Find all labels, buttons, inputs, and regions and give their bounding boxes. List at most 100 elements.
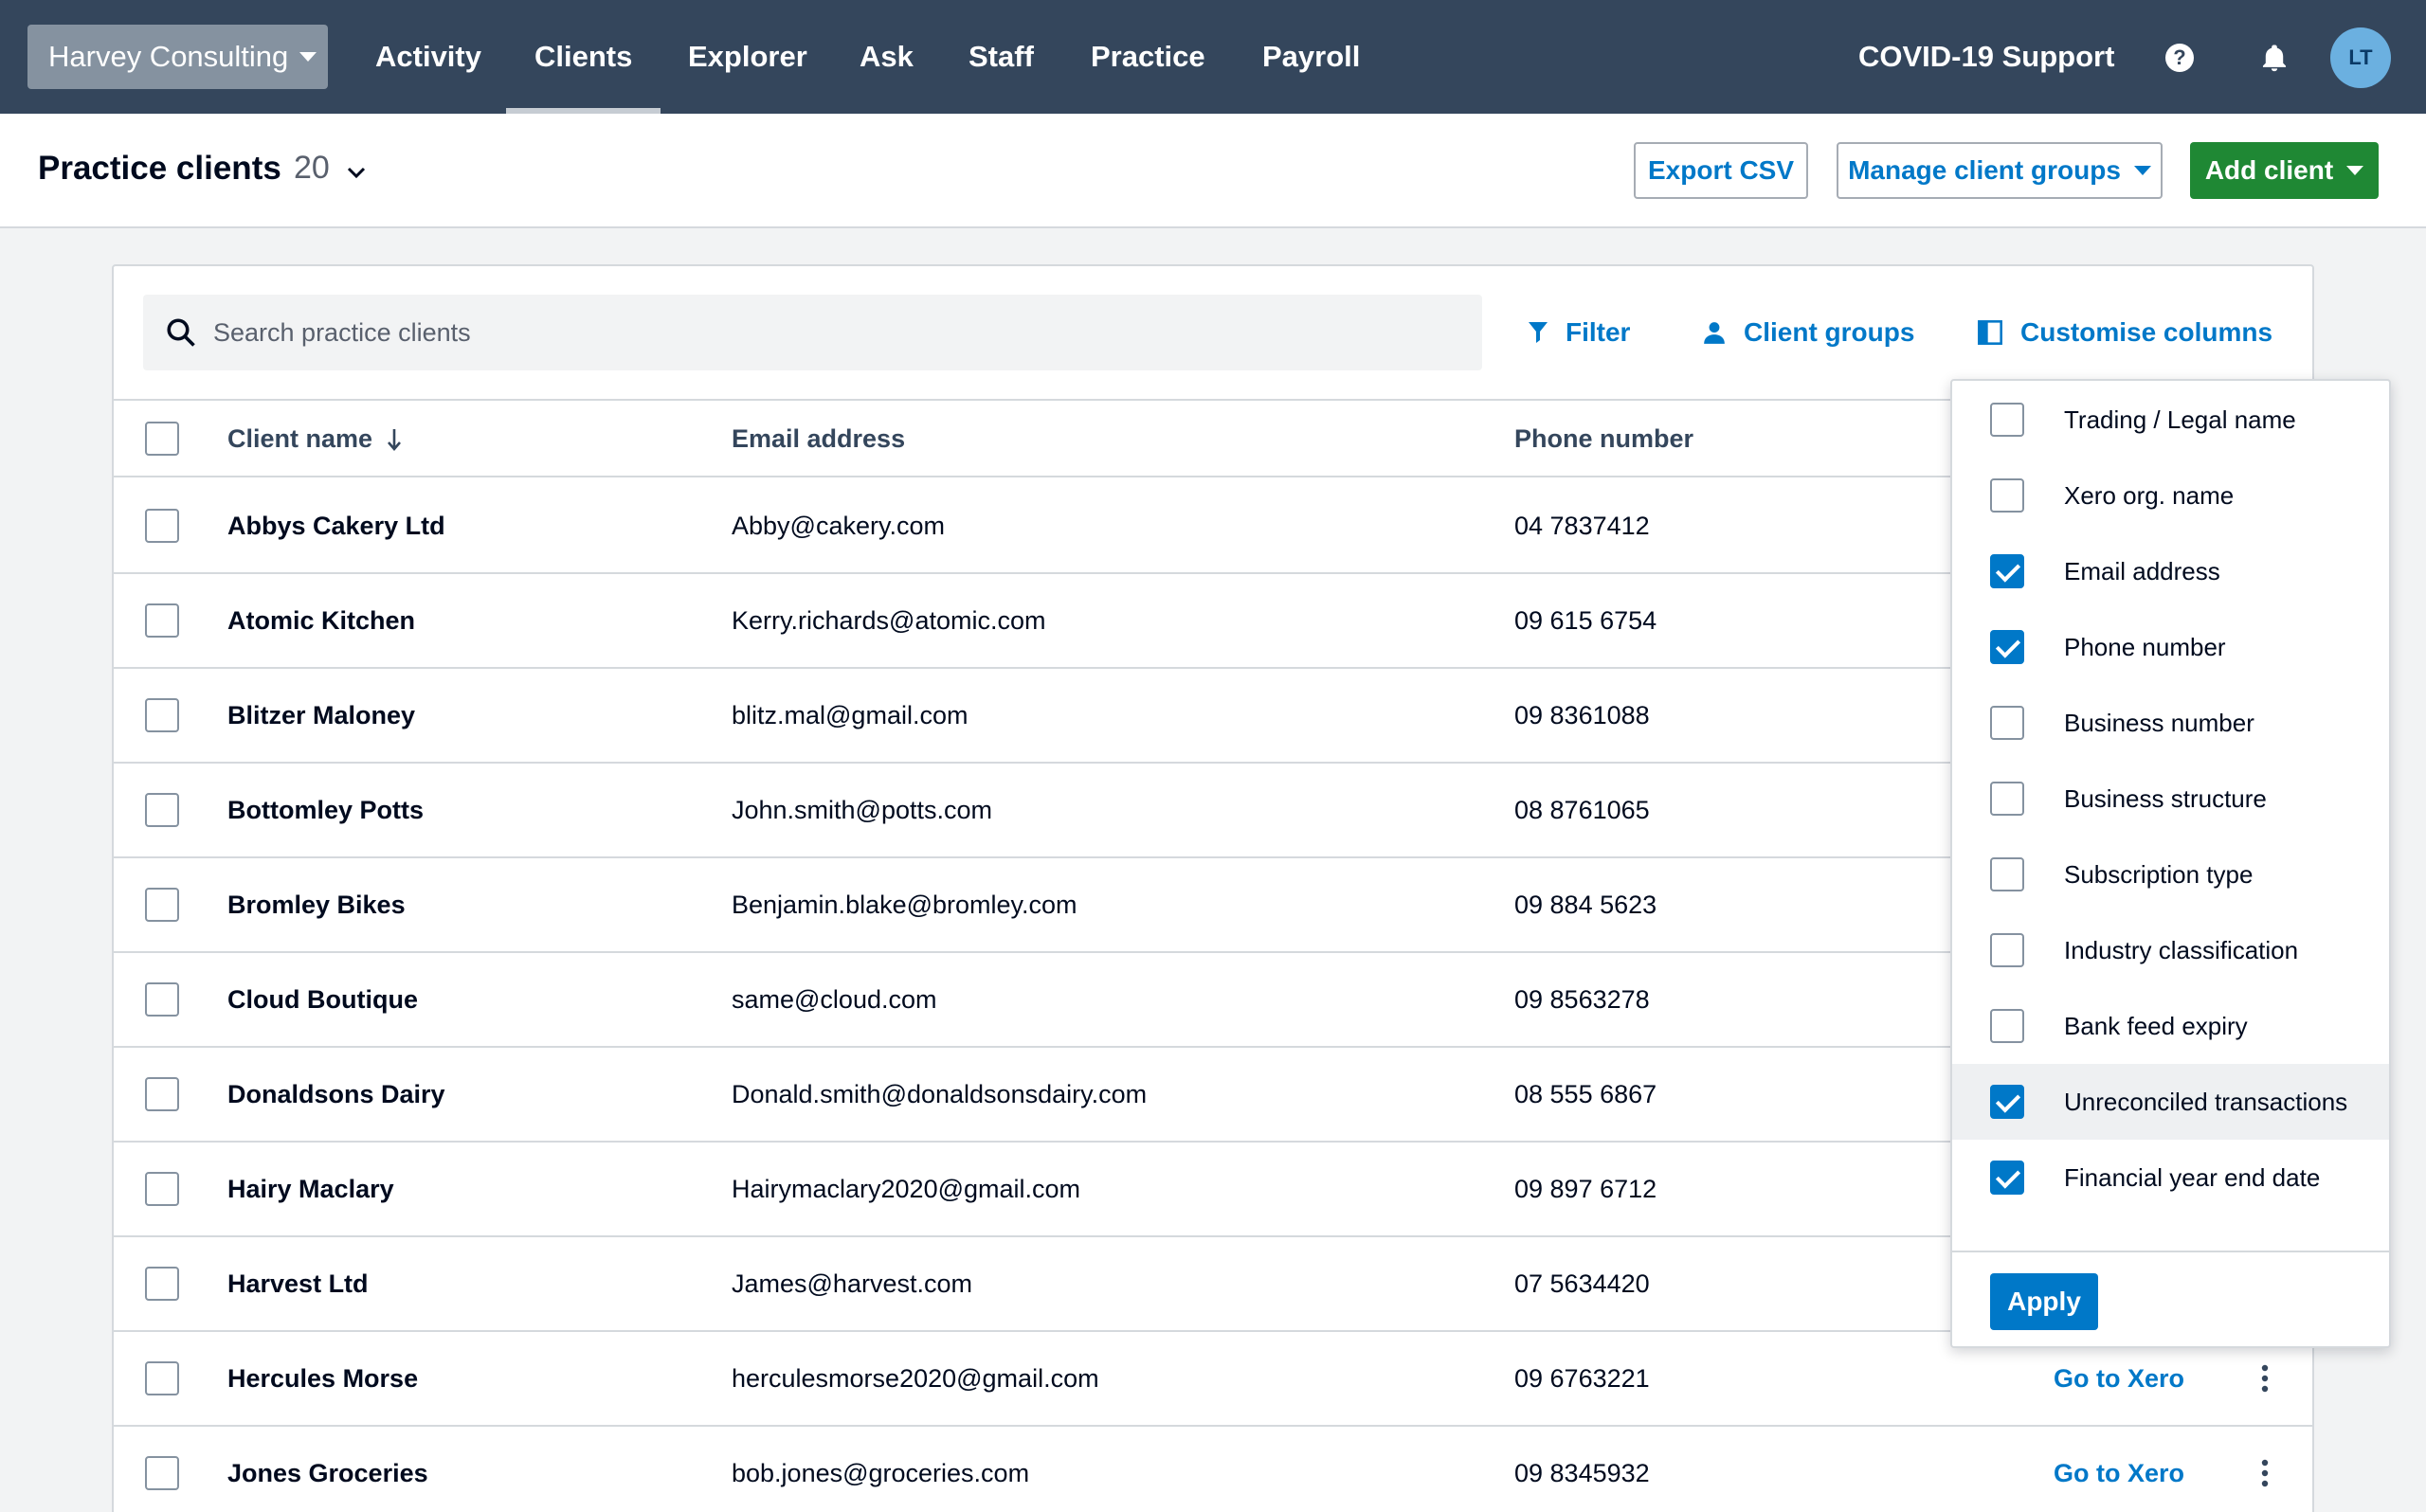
- help-icon[interactable]: ?: [2165, 44, 2194, 72]
- nav-item-ask[interactable]: Ask: [860, 0, 914, 114]
- more-options-icon[interactable]: [2259, 1362, 2271, 1395]
- add-client-label: Add client: [2204, 155, 2334, 185]
- client-name-cell[interactable]: Jones Groceries: [227, 1427, 428, 1512]
- column-option-checkbox[interactable]: [1990, 933, 2024, 967]
- email-cell: Hairymaclary2020@gmail.com: [732, 1174, 1081, 1203]
- sort-down-icon: [388, 428, 402, 451]
- column-option-checkbox[interactable]: [1990, 782, 2024, 816]
- nav-item-activity[interactable]: Activity: [375, 0, 481, 114]
- row-checkbox[interactable]: [145, 1361, 179, 1395]
- column-option[interactable]: Business number: [1952, 685, 2389, 761]
- column-option[interactable]: Email address: [1952, 533, 2389, 609]
- more-options-icon[interactable]: [2259, 1457, 2271, 1489]
- column-option[interactable]: Bank feed expiry: [1952, 988, 2389, 1064]
- search-box[interactable]: [143, 295, 1482, 370]
- row-checkbox[interactable]: [145, 1172, 179, 1206]
- client-name-cell[interactable]: Abbys Cakery Ltd: [227, 479, 445, 572]
- row-checkbox[interactable]: [145, 793, 179, 827]
- row-checkbox[interactable]: [145, 1267, 179, 1301]
- email-cell: herculesmorse2020@gmail.com: [732, 1363, 1099, 1393]
- phone-cell: 09 615 6754: [1514, 605, 1657, 635]
- search-input[interactable]: [213, 295, 1445, 370]
- panel-divider: [1952, 1251, 2389, 1252]
- row-checkbox[interactable]: [145, 1077, 179, 1111]
- row-checkbox[interactable]: [145, 603, 179, 638]
- column-option[interactable]: Xero org. name: [1952, 458, 2389, 533]
- page-header: Practice clients 20 Export CSV Manage cl…: [0, 114, 2426, 228]
- caret-down-icon: [299, 52, 317, 62]
- add-client-button[interactable]: Add client: [2190, 142, 2379, 199]
- apply-button[interactable]: Apply: [1990, 1273, 2098, 1330]
- customise-columns-label: Customise columns: [2020, 317, 2273, 347]
- client-name-cell[interactable]: Bromley Bikes: [227, 858, 406, 951]
- filter-button[interactable]: Filter: [1528, 295, 1630, 370]
- client-name-cell[interactable]: Atomic Kitchen: [227, 574, 415, 667]
- row-checkbox[interactable]: [145, 509, 179, 543]
- customise-columns-button[interactable]: Customise columns: [1977, 295, 2272, 370]
- phone-cell: 07 5634420: [1514, 1269, 1650, 1298]
- phone-cell: 09 8361088: [1514, 700, 1650, 729]
- column-option[interactable]: Subscription type: [1952, 837, 2389, 912]
- nav-item-practice[interactable]: Practice: [1091, 0, 1205, 114]
- person-icon: [1704, 322, 1725, 344]
- column-option[interactable]: Phone number: [1952, 609, 2389, 685]
- column-option[interactable]: Business structure: [1952, 761, 2389, 837]
- column-option-checkbox[interactable]: [1990, 554, 2024, 588]
- column-option-label: Phone number: [2064, 632, 2226, 661]
- email-cell: bob.jones@groceries.com: [732, 1458, 1030, 1487]
- column-header-client-name[interactable]: Client name: [227, 401, 403, 477]
- client-name-cell[interactable]: Harvest Ltd: [227, 1237, 369, 1330]
- organisation-switcher[interactable]: Harvey Consulting: [27, 25, 328, 89]
- row-checkbox[interactable]: [145, 698, 179, 732]
- client-name-cell[interactable]: Hairy Maclary: [227, 1143, 394, 1235]
- nav-item-payroll[interactable]: Payroll: [1262, 0, 1360, 114]
- row-checkbox[interactable]: [145, 982, 179, 1017]
- email-cell: James@harvest.com: [732, 1269, 972, 1298]
- column-option-checkbox[interactable]: [1990, 706, 2024, 740]
- columns-icon: [1978, 320, 2002, 345]
- column-option-checkbox[interactable]: [1990, 857, 2024, 891]
- row-checkbox[interactable]: [145, 888, 179, 922]
- user-avatar[interactable]: LT: [2330, 27, 2391, 88]
- column-option-checkbox[interactable]: [1990, 1085, 2024, 1119]
- table-row[interactable]: Jones Groceries bob.jones@groceries.com 09…: [114, 1427, 2312, 1512]
- row-checkbox[interactable]: [145, 1456, 179, 1490]
- notification-bell-icon[interactable]: [2258, 42, 2290, 74]
- covid-support-link[interactable]: COVID-19 Support: [1858, 0, 2114, 114]
- column-header-email[interactable]: Email address: [732, 401, 905, 477]
- nav-item-explorer[interactable]: Explorer: [688, 0, 807, 114]
- column-option-checkbox[interactable]: [1990, 403, 2024, 437]
- column-option[interactable]: Unreconciled transactions: [1952, 1064, 2389, 1140]
- export-csv-button[interactable]: Export CSV: [1634, 142, 1808, 199]
- column-option-checkbox[interactable]: [1990, 478, 2024, 513]
- manage-client-groups-button[interactable]: Manage client groups: [1837, 142, 2163, 199]
- email-cell: Kerry.richards@atomic.com: [732, 605, 1046, 635]
- column-option-label: Unreconciled transactions: [2064, 1087, 2348, 1116]
- column-option-checkbox[interactable]: [1990, 1009, 2024, 1043]
- caret-down-icon: [2133, 166, 2151, 175]
- email-cell: John.smith@potts.com: [732, 795, 993, 824]
- column-option-label: Business number: [2064, 708, 2254, 737]
- filter-icon: [1529, 322, 1548, 343]
- column-option[interactable]: Industry classification: [1952, 912, 2389, 988]
- email-cell: Abby@cakery.com: [732, 511, 945, 540]
- client-name-cell[interactable]: Blitzer Maloney: [227, 669, 415, 762]
- column-option-label: Business structure: [2064, 783, 2267, 813]
- client-name-cell[interactable]: Bottomley Potts: [227, 764, 424, 856]
- column-header-phone[interactable]: Phone number: [1514, 401, 1693, 477]
- go-to-xero-link[interactable]: Go to Xero: [2054, 1427, 2184, 1512]
- column-option-checkbox[interactable]: [1990, 1161, 2024, 1195]
- client-groups-button[interactable]: Client groups: [1702, 295, 1914, 370]
- column-option-label: Subscription type: [2064, 859, 2254, 889]
- client-name-cell[interactable]: Hercules Morse: [227, 1332, 418, 1425]
- nav-item-staff[interactable]: Staff: [969, 0, 1034, 114]
- chevron-down-icon[interactable]: [345, 161, 368, 184]
- client-name-cell[interactable]: Cloud Boutique: [227, 953, 418, 1046]
- nav-item-clients[interactable]: Clients: [505, 0, 661, 114]
- column-option[interactable]: Financial year end date: [1952, 1140, 2389, 1215]
- client-name-cell[interactable]: Donaldsons Dairy: [227, 1048, 445, 1141]
- column-option[interactable]: Trading / Legal name: [1952, 382, 2389, 458]
- manage-client-groups-label: Manage client groups: [1848, 155, 2121, 185]
- select-all-checkbox[interactable]: [145, 422, 179, 456]
- column-option-checkbox[interactable]: [1990, 630, 2024, 664]
